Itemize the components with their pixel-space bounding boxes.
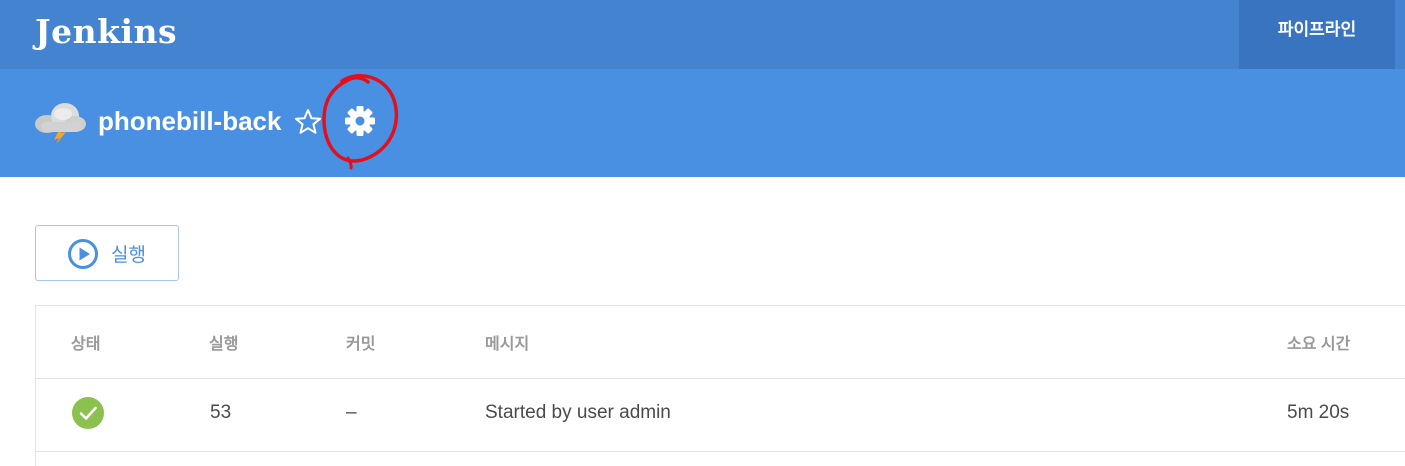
job-name: phonebill-back xyxy=(98,106,282,136)
top-nav-bar: Jenkins 파이프라인 xyxy=(0,0,1405,69)
favorite-star-icon[interactable] xyxy=(293,107,323,137)
column-header-message: 메시지 xyxy=(485,336,530,353)
gear-icon[interactable] xyxy=(343,104,377,138)
column-header-status: 상태 xyxy=(71,336,101,353)
run-button-label: 실행 xyxy=(111,245,146,266)
jenkins-logo[interactable]: Jenkins xyxy=(35,12,177,51)
table-header: 상태 실행 커밋 메시지 소요 시간 xyxy=(36,306,1405,379)
column-header-run: 실행 xyxy=(209,336,239,353)
column-header-duration: 소요 시간 xyxy=(1287,336,1351,353)
table-row[interactable]: 53 – Started by user admin 5m 20s xyxy=(36,380,1405,452)
cloud-lightning-icon xyxy=(35,103,86,144)
run-duration: 5m 20s xyxy=(1287,402,1350,423)
check-circle-icon xyxy=(72,397,104,429)
nav-pipeline-tab[interactable]: 파이프라인 xyxy=(1239,0,1395,69)
run-button[interactable]: 실행 xyxy=(35,225,179,281)
play-circle-icon xyxy=(68,239,98,269)
runs-table: 상태 실행 커밋 메시지 소요 시간 53 – Started by user … xyxy=(35,305,1405,466)
run-number: 53 xyxy=(210,402,232,423)
run-message: Started by user admin xyxy=(485,402,671,423)
commit-id: – xyxy=(346,402,357,423)
column-header-commit: 커밋 xyxy=(346,336,376,353)
